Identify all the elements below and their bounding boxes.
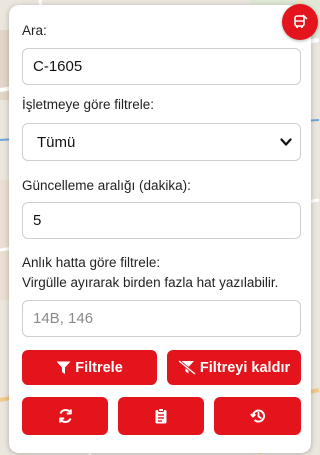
filter-icon [56, 361, 71, 374]
clipboard-list-icon [155, 408, 167, 424]
history-button[interactable] [214, 397, 301, 435]
close-panel-button[interactable] [282, 4, 318, 40]
filter-button[interactable]: Filtrele [22, 350, 157, 385]
clipboard-button[interactable] [118, 397, 204, 435]
search-label: Ara: [22, 23, 47, 38]
refresh-interval-input[interactable] [22, 202, 301, 239]
clear-filter-button[interactable]: Filtreyi kaldır [167, 350, 301, 385]
operator-filter-label: İşletmeye göre filtrele: [22, 97, 155, 112]
clear-filter-button-label: Filtreyi kaldır [199, 359, 291, 376]
bus-off-icon [294, 14, 308, 29]
refresh-button[interactable] [22, 397, 108, 435]
search-input[interactable] [22, 48, 301, 85]
refresh-interval-label: Güncelleme aralığı (dakika): [22, 178, 191, 193]
line-filter-hint: Virgülle ayırarak birden fazla hat yazıl… [22, 275, 279, 290]
history-icon [249, 409, 265, 423]
refresh-icon [58, 409, 72, 423]
line-filter-label: Anlık hatta göre filtrele: [22, 255, 161, 270]
chevron-down-icon [280, 138, 292, 146]
filter-button-label: Filtrele [75, 359, 123, 376]
filter-panel: Ara: İşletmeye göre filtrele: Tümü Günce… [9, 4, 318, 453]
operator-select-value: Tümü [37, 133, 76, 151]
filter-slash-icon [177, 360, 196, 375]
line-filter-input[interactable] [22, 300, 301, 337]
operator-select[interactable]: Tümü [22, 123, 301, 161]
